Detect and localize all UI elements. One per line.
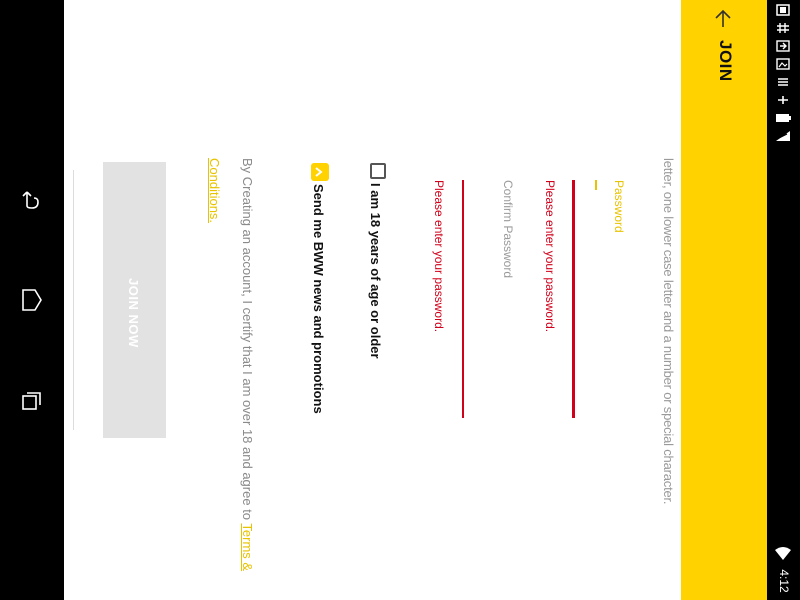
terms-text: By Creating an account, I certify that I… bbox=[240, 158, 255, 571]
newsletter-checkbox-label: Send me BWW news and promotions bbox=[311, 184, 326, 414]
terms-link-continued[interactable]: Conditions. bbox=[207, 158, 222, 223]
menu-icon bbox=[772, 76, 794, 88]
notification-icon bbox=[772, 4, 794, 16]
hashtag-icon bbox=[772, 22, 794, 34]
confirm-password-input[interactable] bbox=[462, 180, 464, 418]
image-icon bbox=[772, 58, 794, 70]
status-time: 4:12 bbox=[776, 569, 791, 593]
terms-link[interactable]: Terms & bbox=[240, 523, 255, 571]
home-nav-icon[interactable] bbox=[12, 280, 52, 320]
divider bbox=[73, 170, 74, 430]
confirm-password-placeholder: Confirm Password bbox=[501, 180, 515, 279]
terms-prefix: By Creating an account, I certify that I… bbox=[240, 158, 255, 524]
password-label: Password bbox=[612, 180, 626, 233]
recents-nav-icon[interactable] bbox=[12, 382, 52, 422]
signal-icon bbox=[772, 130, 794, 142]
password-input[interactable] bbox=[572, 180, 575, 418]
download-icon bbox=[772, 40, 794, 52]
newsletter-checkbox[interactable] bbox=[311, 163, 329, 181]
arrows-icon bbox=[772, 94, 794, 106]
wifi-icon bbox=[772, 546, 794, 562]
password-error: Please enter your password. bbox=[543, 180, 557, 333]
battery-icon bbox=[772, 112, 794, 124]
password-hint-text: letter, one lower case letter and a numb… bbox=[661, 158, 676, 505]
status-bar: 4:12 bbox=[767, 0, 800, 600]
check-icon bbox=[315, 167, 323, 177]
back-arrow-icon[interactable] bbox=[710, 8, 736, 30]
age-checkbox[interactable] bbox=[370, 163, 386, 179]
app-header bbox=[681, 0, 767, 600]
join-now-button-label: JOIN NOW bbox=[126, 278, 141, 348]
age-checkbox-label: I am 18 years of age or older bbox=[368, 183, 383, 359]
navigation-bar bbox=[0, 0, 64, 600]
confirm-password-error: Please enter your password. bbox=[432, 180, 446, 333]
back-nav-icon[interactable] bbox=[12, 180, 52, 220]
page-title: JOIN bbox=[716, 40, 735, 82]
password-cursor bbox=[595, 180, 597, 190]
